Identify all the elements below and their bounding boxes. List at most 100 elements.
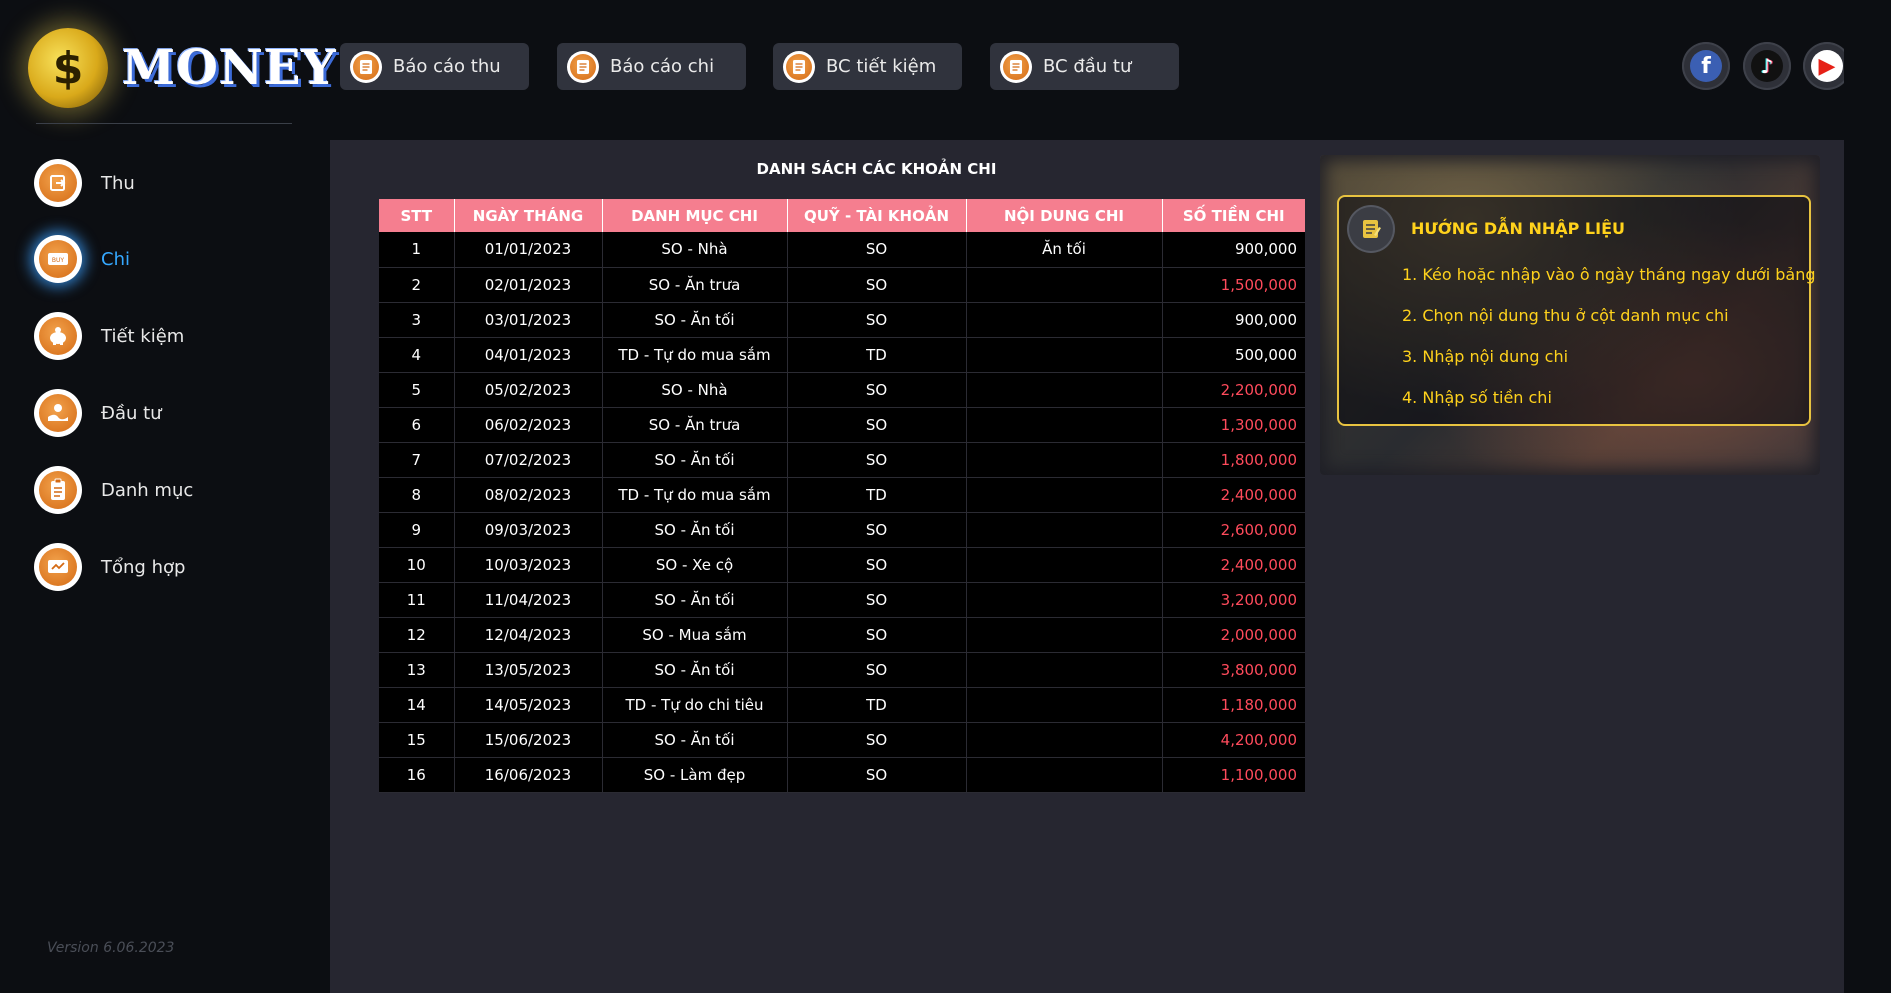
- category-cell[interactable]: SO - Ăn trưa: [602, 407, 788, 443]
- amount-cell[interactable]: 1,300,000: [1162, 407, 1305, 443]
- fund-cell[interactable]: SO: [787, 652, 967, 688]
- fund-cell[interactable]: TD: [787, 687, 967, 723]
- date-cell[interactable]: 07/02/2023: [454, 442, 603, 478]
- row-number-cell[interactable]: 15: [379, 722, 455, 758]
- fund-cell[interactable]: SO: [787, 617, 967, 653]
- row-number-cell[interactable]: 5: [379, 372, 455, 408]
- row-number-cell[interactable]: 11: [379, 582, 455, 618]
- fund-cell[interactable]: SO: [787, 722, 967, 758]
- row-number-cell[interactable]: 2: [379, 267, 455, 303]
- report-expense-button[interactable]: Báo cáo chi: [557, 43, 746, 90]
- amount-cell[interactable]: 500,000: [1162, 337, 1305, 373]
- row-number-cell[interactable]: 14: [379, 687, 455, 723]
- content-cell[interactable]: [966, 687, 1163, 723]
- fund-cell[interactable]: SO: [787, 757, 967, 793]
- date-cell[interactable]: 06/02/2023: [454, 407, 603, 443]
- fund-cell[interactable]: SO: [787, 232, 967, 268]
- column-header[interactable]: SỐ TIỀN CHI: [1162, 199, 1305, 232]
- content-cell[interactable]: [966, 477, 1163, 513]
- content-cell[interactable]: [966, 407, 1163, 443]
- date-cell[interactable]: 03/01/2023: [454, 302, 603, 338]
- date-cell[interactable]: 10/03/2023: [454, 547, 603, 583]
- amount-cell[interactable]: 1,500,000: [1162, 267, 1305, 303]
- category-cell[interactable]: SO - Nhà: [602, 232, 788, 268]
- category-cell[interactable]: SO - Xe cộ: [602, 547, 788, 583]
- row-number-cell[interactable]: 9: [379, 512, 455, 548]
- tiktok-button[interactable]: ♪: [1743, 42, 1791, 90]
- category-cell[interactable]: TD - Tự do mua sắm: [602, 337, 788, 373]
- row-number-cell[interactable]: 7: [379, 442, 455, 478]
- content-cell[interactable]: [966, 757, 1163, 793]
- date-cell[interactable]: 12/04/2023: [454, 617, 603, 653]
- report-investment-button[interactable]: BC đầu tư: [990, 43, 1179, 90]
- amount-cell[interactable]: 900,000: [1162, 302, 1305, 338]
- fund-cell[interactable]: SO: [787, 267, 967, 303]
- column-header[interactable]: STT: [379, 199, 455, 232]
- sidebar-item-danh-muc[interactable]: Danh mục: [34, 465, 294, 515]
- content-cell[interactable]: [966, 442, 1163, 478]
- sidebar-item-chi[interactable]: BUY Chi: [34, 234, 294, 284]
- column-header[interactable]: NỘI DUNG CHI: [966, 199, 1163, 232]
- column-header[interactable]: NGÀY THÁNG: [454, 199, 603, 232]
- amount-cell[interactable]: 3,800,000: [1162, 652, 1305, 688]
- fund-cell[interactable]: SO: [787, 442, 967, 478]
- content-cell[interactable]: [966, 652, 1163, 688]
- category-cell[interactable]: TD - Tự do chi tiêu: [602, 687, 788, 723]
- fund-cell[interactable]: SO: [787, 407, 967, 443]
- date-cell[interactable]: 05/02/2023: [454, 372, 603, 408]
- row-number-cell[interactable]: 6: [379, 407, 455, 443]
- row-number-cell[interactable]: 1: [379, 232, 455, 268]
- sidebar-item-tong-hop[interactable]: Tổng hợp: [34, 542, 294, 592]
- content-cell[interactable]: [966, 547, 1163, 583]
- fund-cell[interactable]: SO: [787, 582, 967, 618]
- report-income-button[interactable]: Báo cáo thu: [340, 43, 529, 90]
- amount-cell[interactable]: 2,400,000: [1162, 547, 1305, 583]
- date-cell[interactable]: 11/04/2023: [454, 582, 603, 618]
- category-cell[interactable]: SO - Ăn tối: [602, 512, 788, 548]
- fund-cell[interactable]: SO: [787, 512, 967, 548]
- facebook-button[interactable]: f: [1682, 42, 1730, 90]
- date-cell[interactable]: 04/01/2023: [454, 337, 603, 373]
- date-cell[interactable]: 02/01/2023: [454, 267, 603, 303]
- content-cell[interactable]: [966, 617, 1163, 653]
- date-cell[interactable]: 14/05/2023: [454, 687, 603, 723]
- content-cell[interactable]: [966, 372, 1163, 408]
- amount-cell[interactable]: 2,400,000: [1162, 477, 1305, 513]
- content-cell[interactable]: Ăn tối: [966, 232, 1163, 268]
- row-number-cell[interactable]: 8: [379, 477, 455, 513]
- category-cell[interactable]: SO - Nhà: [602, 372, 788, 408]
- column-header[interactable]: QUỸ - TÀI KHOẢN: [787, 199, 967, 232]
- category-cell[interactable]: SO - Ăn tối: [602, 302, 788, 338]
- date-cell[interactable]: 15/06/2023: [454, 722, 603, 758]
- category-cell[interactable]: SO - Mua sắm: [602, 617, 788, 653]
- amount-cell[interactable]: 900,000: [1162, 232, 1305, 268]
- sidebar-item-thu[interactable]: Thu: [34, 158, 294, 208]
- sidebar-item-dau-tu[interactable]: Đầu tư: [34, 388, 294, 438]
- date-cell[interactable]: 16/06/2023: [454, 757, 603, 793]
- row-number-cell[interactable]: 16: [379, 757, 455, 793]
- fund-cell[interactable]: TD: [787, 477, 967, 513]
- category-cell[interactable]: SO - Ăn tối: [602, 652, 788, 688]
- category-cell[interactable]: SO - Ăn trưa: [602, 267, 788, 303]
- amount-cell[interactable]: 2,600,000: [1162, 512, 1305, 548]
- amount-cell[interactable]: 2,200,000: [1162, 372, 1305, 408]
- sidebar-item-tiet-kiem[interactable]: Tiết kiệm: [34, 311, 294, 361]
- amount-cell[interactable]: 1,100,000: [1162, 757, 1305, 793]
- content-cell[interactable]: [966, 512, 1163, 548]
- amount-cell[interactable]: 4,200,000: [1162, 722, 1305, 758]
- date-cell[interactable]: 13/05/2023: [454, 652, 603, 688]
- amount-cell[interactable]: 1,800,000: [1162, 442, 1305, 478]
- category-cell[interactable]: SO - Làm đẹp: [602, 757, 788, 793]
- column-header[interactable]: DANH MỤC CHI: [602, 199, 788, 232]
- fund-cell[interactable]: SO: [787, 547, 967, 583]
- amount-cell[interactable]: 2,000,000: [1162, 617, 1305, 653]
- category-cell[interactable]: SO - Ăn tối: [602, 582, 788, 618]
- content-cell[interactable]: [966, 582, 1163, 618]
- category-cell[interactable]: SO - Ăn tối: [602, 442, 788, 478]
- content-cell[interactable]: [966, 302, 1163, 338]
- date-cell[interactable]: 01/01/2023: [454, 232, 603, 268]
- fund-cell[interactable]: SO: [787, 302, 967, 338]
- row-number-cell[interactable]: 3: [379, 302, 455, 338]
- content-cell[interactable]: [966, 722, 1163, 758]
- fund-cell[interactable]: SO: [787, 372, 967, 408]
